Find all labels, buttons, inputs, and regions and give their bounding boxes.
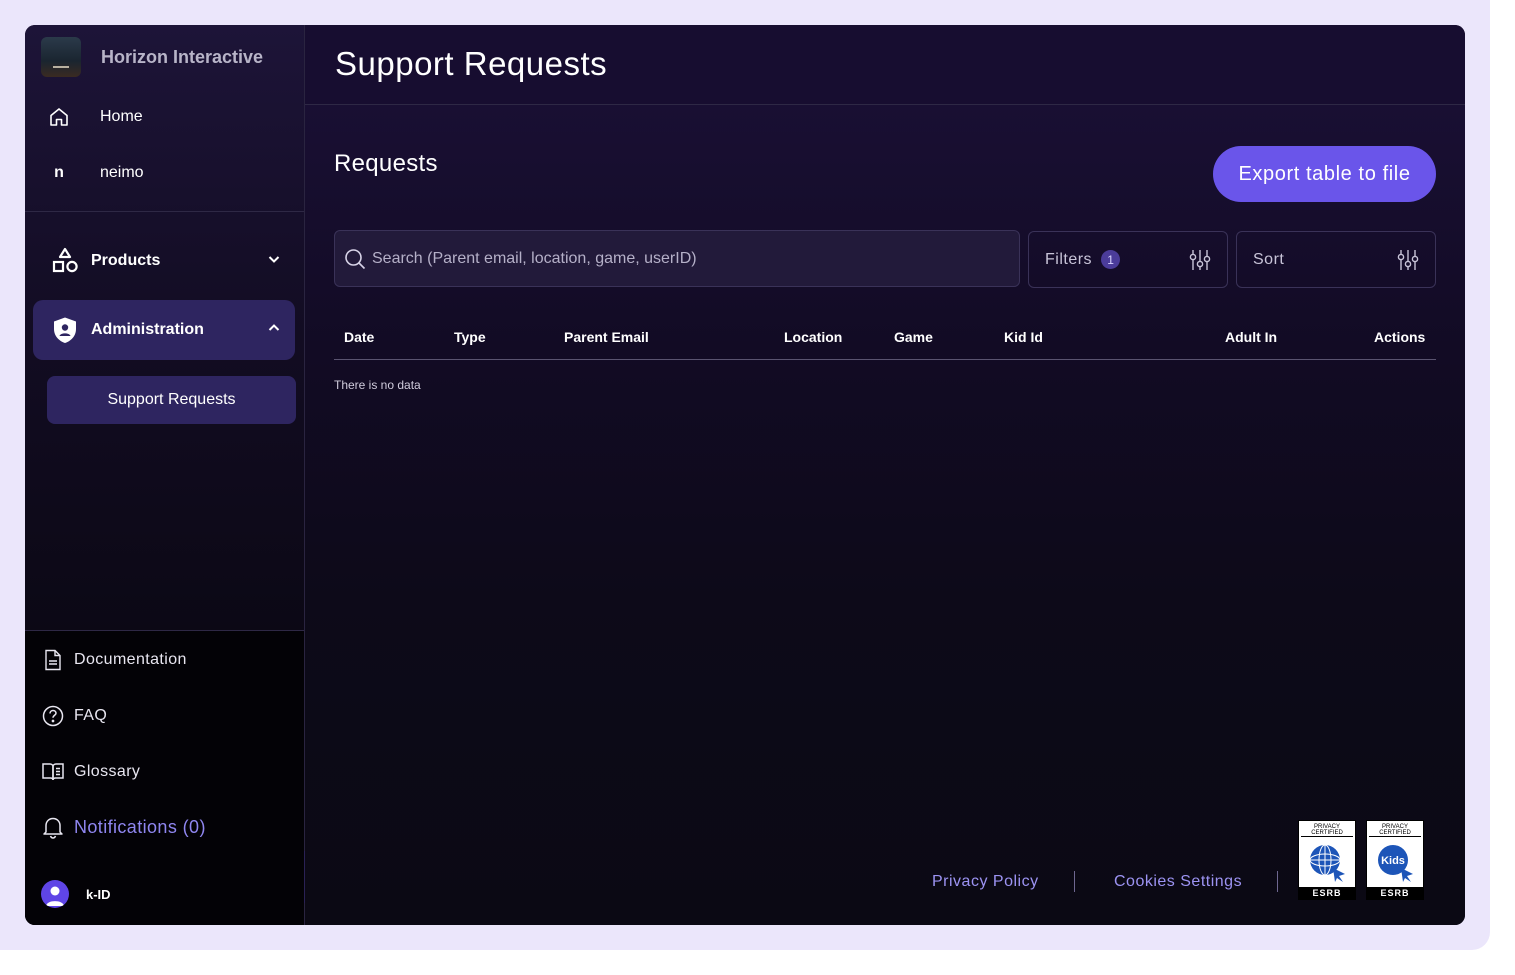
sliders-icon	[1189, 249, 1211, 276]
chevron-down-icon	[267, 252, 281, 271]
home-icon	[41, 105, 77, 129]
shield-icon	[45, 316, 85, 344]
sidebar-item-label: Glossary	[74, 763, 141, 780]
sidebar-section-products[interactable]: Products	[33, 231, 295, 291]
user-name: k-ID	[86, 886, 111, 902]
sort-label: Sort	[1253, 250, 1285, 268]
sidebar-item-glossary[interactable]: Glossary	[41, 756, 140, 788]
cookies-settings-link[interactable]: Cookies Settings	[1114, 873, 1242, 891]
seal-caption: PRIVACY CERTIFIED	[1369, 824, 1421, 837]
org-switcher[interactable]: Horizon Interactive	[41, 37, 263, 77]
sidebar-divider	[25, 211, 304, 212]
seal-esrb-label: ESRB	[1367, 887, 1423, 899]
kids-seal-icon: Kids	[1373, 837, 1417, 887]
requests-title: Requests	[334, 150, 438, 177]
empty-table-message: There is no data	[334, 378, 421, 392]
sort-button[interactable]: Sort	[1236, 231, 1436, 288]
privacy-policy-link[interactable]: Privacy Policy	[932, 873, 1039, 891]
account-initial: n	[54, 164, 64, 181]
column-header-date[interactable]: Date	[344, 329, 374, 345]
seal-esrb-label: ESRB	[1299, 887, 1355, 899]
sidebar-section-label: Products	[91, 252, 161, 269]
sidebar-item-documentation[interactable]: Documentation	[41, 644, 187, 676]
sidebar-item-label: Documentation	[74, 651, 187, 668]
sidebar-item-label: Notifications (0)	[74, 816, 206, 837]
filters-count-badge: 1	[1101, 250, 1121, 269]
help-circle-icon	[41, 705, 65, 727]
bell-icon	[41, 815, 65, 839]
sidebar-item-label: neimo	[100, 164, 144, 181]
avatar	[41, 880, 69, 908]
column-header-type[interactable]: Type	[454, 329, 486, 345]
globe-icon	[1305, 837, 1349, 887]
svg-text:Kids: Kids	[1381, 855, 1405, 867]
sidebar-item-support-requests[interactable]: Support Requests	[47, 376, 296, 424]
footer-divider	[1277, 871, 1278, 892]
main-area: Support Requests Requests Export table t…	[305, 25, 1465, 925]
sidebar-item-notifications[interactable]: Notifications (0)	[41, 811, 206, 843]
sidebar-item-label: FAQ	[74, 707, 108, 724]
sidebar-item-label: Home	[100, 108, 143, 125]
search-icon	[344, 248, 366, 270]
page-title: Support Requests	[335, 45, 608, 82]
column-header-game[interactable]: Game	[894, 329, 933, 345]
filters-label: Filters	[1045, 250, 1093, 268]
column-header-actions[interactable]: Actions	[1374, 329, 1425, 345]
column-header-location[interactable]: Location	[784, 329, 842, 345]
filters-button[interactable]: Filters 1	[1028, 231, 1228, 288]
page-header: Support Requests	[305, 25, 1465, 105]
sidebar-item-home[interactable]: Home	[41, 97, 143, 137]
requests-panel: Requests Export table to file Search (Pa…	[305, 105, 1465, 925]
column-header-parent-email[interactable]: Parent Email	[564, 329, 649, 345]
book-open-icon	[41, 762, 65, 782]
sidebar-section-administration[interactable]: Administration	[33, 300, 295, 360]
table-header: Date Type Parent Email Location Game Kid…	[334, 311, 1436, 360]
column-header-kid-id[interactable]: Kid Id	[1004, 329, 1043, 345]
app-window: Horizon Interactive Home n neimo Product…	[25, 25, 1465, 925]
search-placeholder: Search (Parent email, location, game, us…	[372, 249, 697, 267]
export-table-button[interactable]: Export table to file	[1213, 146, 1436, 202]
footer-divider	[1074, 871, 1075, 892]
sidebar-section-label: Administration	[91, 321, 204, 338]
org-logo	[41, 37, 81, 77]
seal-caption: PRIVACY CERTIFIED	[1301, 824, 1353, 837]
document-icon	[41, 649, 65, 671]
sliders-icon	[1397, 249, 1419, 276]
esrb-kids-privacy-seal[interactable]: PRIVACY CERTIFIED Kids ESRB	[1366, 820, 1424, 900]
esrb-privacy-seal[interactable]: PRIVACY CERTIFIED ESRB	[1298, 820, 1356, 900]
column-header-adult-in[interactable]: Adult In	[1225, 329, 1277, 345]
chevron-up-icon	[267, 321, 281, 340]
org-name: Horizon Interactive	[101, 46, 264, 67]
sidebar-item-account[interactable]: n neimo	[41, 153, 144, 193]
shapes-icon	[45, 246, 85, 276]
search-input[interactable]: Search (Parent email, location, game, us…	[334, 230, 1020, 287]
sidebar: Horizon Interactive Home n neimo Product…	[25, 25, 305, 925]
sidebar-item-faq[interactable]: FAQ	[41, 700, 107, 732]
user-profile[interactable]: k-ID	[41, 880, 111, 908]
